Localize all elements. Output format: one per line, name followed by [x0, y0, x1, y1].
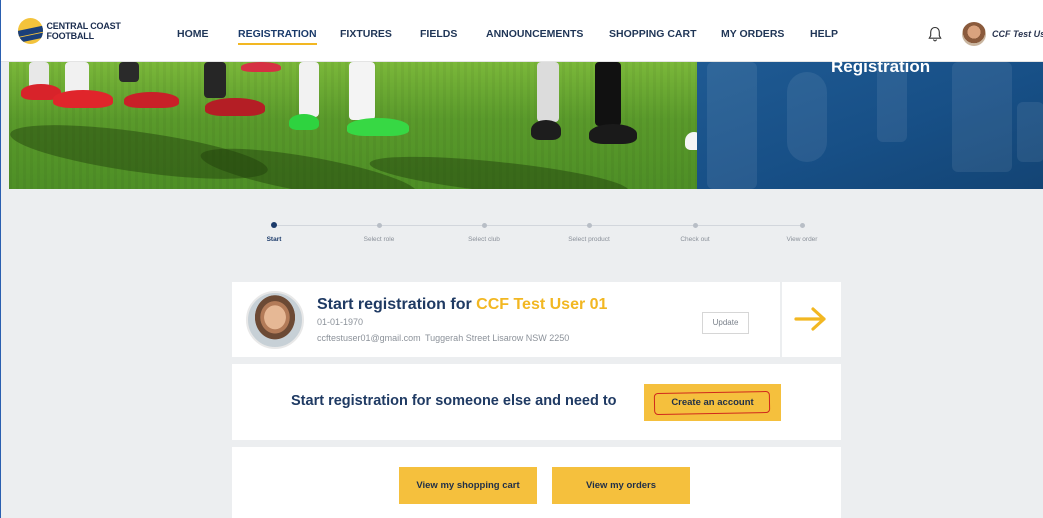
step-dot: [586, 223, 592, 228]
step-check-out: Check out: [655, 222, 735, 243]
user-email: ccftestuser01@gmail.com: [317, 333, 421, 343]
nav-home[interactable]: HOME: [177, 28, 209, 40]
nav-fixtures[interactable]: FIXTURES: [340, 28, 392, 40]
step-dot: [799, 223, 805, 228]
user-address: Tuggerah Street Lisarow NSW 2250: [425, 333, 570, 343]
hero-banner: [9, 62, 1043, 189]
someone-else-text: Start registration for someone else and …: [291, 393, 617, 409]
step-dot: [692, 223, 698, 228]
user-dob: 01-01-1970: [317, 317, 364, 327]
step-label: Select role: [363, 236, 395, 243]
user-registration-card: Start registration for CCF Test User 01 …: [232, 282, 780, 357]
page-title: Registration: [831, 57, 931, 76]
view-my-orders-button[interactable]: View my orders: [552, 467, 690, 504]
ccf-logo-icon: [18, 17, 44, 44]
step-dot-active: [271, 222, 277, 228]
logo-text: CENTRAL COAST FOOTBALL: [46, 20, 121, 41]
step-dot: [376, 223, 382, 228]
step-label: Start: [266, 236, 282, 243]
step-select-club: Select club: [444, 222, 524, 243]
user-avatar[interactable]: [962, 22, 986, 46]
start-registration-arrow-button[interactable]: [782, 282, 841, 357]
nav-fields[interactable]: FIELDS: [420, 28, 457, 40]
nav-registration[interactable]: REGISTRATION: [238, 28, 317, 45]
nav-help[interactable]: HELP: [810, 28, 838, 40]
user-card-title-prefix: Start registration for: [317, 296, 472, 313]
step-select-product: Select product: [549, 222, 629, 243]
user-menu-name[interactable]: CCF Test Us: [992, 29, 1043, 39]
hero-image: [9, 62, 703, 189]
site-logo[interactable]: CENTRAL COAST FOOTBALL: [18, 17, 168, 44]
step-start: Start: [234, 222, 314, 243]
registration-stepper: Start Select role Select club Select pro…: [267, 222, 817, 252]
user-card-title: Start registration for CCF Test User 01: [317, 296, 607, 314]
step-label: Select club: [468, 236, 500, 243]
top-navbar: CENTRAL COAST FOOTBALL HOME REGISTRATION…: [1, 0, 1043, 62]
notification-bell-icon[interactable]: [928, 26, 942, 42]
nav-announcements[interactable]: ANNOUNCEMENTS: [486, 28, 583, 40]
user-profile-photo: [246, 291, 304, 349]
step-label: Check out: [680, 236, 710, 243]
nav-my-orders[interactable]: MY ORDERS: [721, 28, 784, 40]
step-view-order: View order: [762, 222, 842, 243]
update-button[interactable]: Update: [702, 312, 749, 334]
user-card-name: CCF Test User 01: [476, 296, 608, 313]
red-highlight-annotation: [653, 390, 771, 416]
hero-overlay: [697, 62, 1043, 189]
view-shopping-cart-button[interactable]: View my shopping cart: [399, 467, 537, 504]
someone-else-card: Start registration for someone else and …: [232, 364, 841, 440]
step-select-role: Select role: [339, 222, 419, 243]
step-label: View order: [786, 236, 818, 243]
create-account-button[interactable]: Create an account: [644, 384, 781, 421]
nav-shopping-cart[interactable]: SHOPPING CART: [609, 28, 697, 40]
actions-card: View my shopping cart View my orders: [232, 447, 841, 518]
arrow-right-icon: [794, 307, 826, 331]
step-dot: [481, 223, 487, 228]
step-label: Select product: [568, 236, 610, 243]
